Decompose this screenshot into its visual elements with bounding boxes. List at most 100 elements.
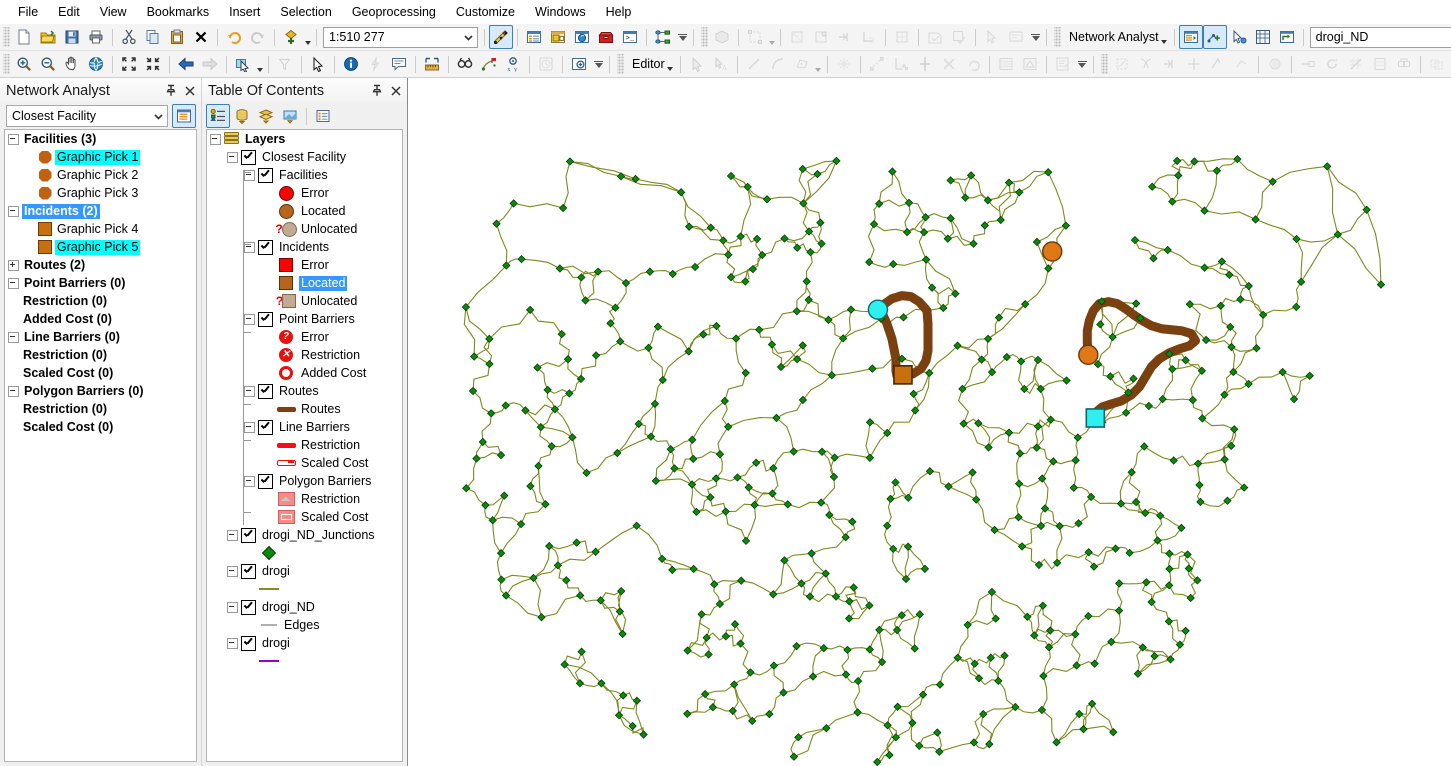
table-of-contents-icon[interactable] xyxy=(522,25,546,49)
layer-visibility-checkbox[interactable] xyxy=(258,473,273,489)
toolbar-overflow-button[interactable] xyxy=(1076,53,1089,75)
collapse-icon[interactable] xyxy=(7,331,20,344)
geodatabase-icon[interactable] xyxy=(710,25,734,49)
toc-symbol-row[interactable]: Restriction xyxy=(207,436,402,454)
map-view[interactable] xyxy=(407,78,1451,766)
pin-icon[interactable] xyxy=(163,82,179,100)
toc-symbol-row[interactable] xyxy=(207,580,402,598)
na-tree-group[interactable]: Point Barriers (0) xyxy=(5,274,196,292)
list-by-source-icon[interactable] xyxy=(230,104,254,128)
collapse-icon[interactable] xyxy=(243,475,256,488)
collapse-icon[interactable] xyxy=(209,133,222,146)
toolbar-grip[interactable] xyxy=(617,54,624,74)
toc-symbol-row[interactable] xyxy=(207,652,402,670)
facility-marker[interactable] xyxy=(867,299,889,320)
snap-network-icon[interactable] xyxy=(1158,52,1182,76)
editor-menu-button[interactable]: Editor xyxy=(626,52,676,76)
toc-layer-row[interactable]: Routes xyxy=(207,382,402,400)
trace-tool-icon[interactable] xyxy=(790,52,814,76)
network-copy-parallel-icon[interactable] xyxy=(1425,52,1449,76)
na-tree-item[interactable]: Added Cost (0) xyxy=(5,310,196,328)
chevron-down-icon[interactable] xyxy=(150,108,167,125)
na-tree-group[interactable]: Incidents (2) xyxy=(5,202,196,220)
split-tool-icon[interactable] xyxy=(913,52,937,76)
facility-marker[interactable] xyxy=(1078,344,1099,366)
facility-marker[interactable] xyxy=(1042,241,1063,262)
undo-edit-icon[interactable] xyxy=(961,52,985,76)
sketch-properties-icon[interactable] xyxy=(1018,52,1042,76)
edit-tool-icon[interactable] xyxy=(685,52,709,76)
toc-symbol-row[interactable]: Edges xyxy=(207,616,402,634)
open-folder-icon[interactable] xyxy=(36,25,60,49)
find-icon[interactable] xyxy=(453,52,477,76)
network-refresh-icon[interactable] xyxy=(1320,52,1344,76)
planarize-icon[interactable] xyxy=(857,25,881,49)
add-data-dropdown-icon[interactable] xyxy=(303,23,312,51)
na-tree-group[interactable]: Line Barriers (0) xyxy=(5,328,196,346)
na-tree-item[interactable]: Restriction (0) xyxy=(5,346,196,364)
collapse-icon[interactable] xyxy=(243,169,256,182)
zoom-out-icon[interactable] xyxy=(36,52,60,76)
toc-symbol-row[interactable]: Error xyxy=(207,256,402,274)
collapse-icon[interactable] xyxy=(7,133,20,146)
toc-symbol-row[interactable] xyxy=(207,544,402,562)
collapse-icon[interactable] xyxy=(243,421,256,434)
network-solve-icon[interactable] xyxy=(1263,52,1287,76)
options-icon[interactable] xyxy=(311,104,335,128)
clear-selection-icon[interactable] xyxy=(273,52,297,76)
toc-symbol-row[interactable]: Located xyxy=(207,202,402,220)
toc-layer-row[interactable]: drogi xyxy=(207,634,402,652)
cut-polygons-icon[interactable] xyxy=(889,52,913,76)
modelbuilder-icon[interactable] xyxy=(651,25,675,49)
collapse-icon[interactable] xyxy=(7,385,20,398)
list-by-visibility-icon[interactable] xyxy=(254,104,278,128)
search-icon[interactable] xyxy=(570,25,594,49)
topology-error-icon[interactable] xyxy=(809,25,833,49)
select-elements-icon[interactable] xyxy=(306,52,330,76)
layer-visibility-checkbox[interactable] xyxy=(258,239,273,255)
rotate-tool-icon[interactable] xyxy=(937,52,961,76)
undo-icon[interactable] xyxy=(222,25,246,49)
toc-symbol-row[interactable]: ? Error xyxy=(207,328,402,346)
na-tree-group[interactable]: Routes (2) xyxy=(5,256,196,274)
toc-symbol-row[interactable]: Added Cost xyxy=(207,364,402,382)
layer-visibility-checkbox[interactable] xyxy=(241,635,256,651)
back-extent-icon[interactable] xyxy=(174,52,198,76)
layer-visibility-checkbox[interactable] xyxy=(258,167,273,183)
toc-symbol-row[interactable]: ? Unlocated xyxy=(207,220,402,238)
toc-symbol-row[interactable]: Located xyxy=(207,274,402,292)
trace-dropdown-icon[interactable] xyxy=(814,50,823,78)
cut-icon[interactable] xyxy=(117,25,141,49)
share-as-service-icon[interactable] xyxy=(923,25,947,49)
menu-file[interactable]: File xyxy=(8,2,48,22)
time-slider-icon[interactable] xyxy=(534,52,558,76)
toolbar-grip[interactable] xyxy=(1054,27,1061,47)
toc-symbol-row[interactable]: Error xyxy=(207,184,402,202)
toc-symbol-row[interactable]: Routes xyxy=(207,400,402,418)
na-tree-group[interactable]: Polygon Barriers (0) xyxy=(5,382,196,400)
toolbar-overflow-button[interactable] xyxy=(676,26,689,48)
find-route-icon[interactable] xyxy=(477,52,501,76)
network-merge-icon[interactable] xyxy=(1392,52,1416,76)
straight-segment-icon[interactable] xyxy=(742,52,766,76)
edit-annotation-icon[interactable]: A xyxy=(709,52,733,76)
toc-layer-row[interactable]: Line Barriers xyxy=(207,418,402,436)
menu-bookmarks[interactable]: Bookmarks xyxy=(137,2,220,22)
toolbar-grip[interactable] xyxy=(701,27,708,47)
catalog-icon[interactable] xyxy=(546,25,570,49)
construct-features-icon[interactable] xyxy=(890,25,914,49)
collapse-icon[interactable] xyxy=(226,637,239,650)
toc-layer-row[interactable]: drogi_ND_Junctions xyxy=(207,526,402,544)
topology-edit-icon[interactable] xyxy=(743,25,767,49)
measure-icon[interactable] xyxy=(420,52,444,76)
directions-window-icon[interactable] xyxy=(1275,25,1299,49)
analysis-layer-combobox[interactable]: Closest Facility xyxy=(6,105,168,127)
collapse-icon[interactable] xyxy=(243,385,256,398)
validate-service-icon[interactable] xyxy=(947,25,971,49)
network-dataset-combobox[interactable]: drogi_ND xyxy=(1309,26,1451,48)
network-flow-icon[interactable] xyxy=(1206,52,1230,76)
close-icon[interactable] xyxy=(388,82,404,100)
editor-toolbar-icon[interactable] xyxy=(489,25,513,49)
na-tree-item[interactable]: Scaled Cost (0) xyxy=(5,364,196,382)
layer-visibility-checkbox[interactable] xyxy=(241,149,256,165)
